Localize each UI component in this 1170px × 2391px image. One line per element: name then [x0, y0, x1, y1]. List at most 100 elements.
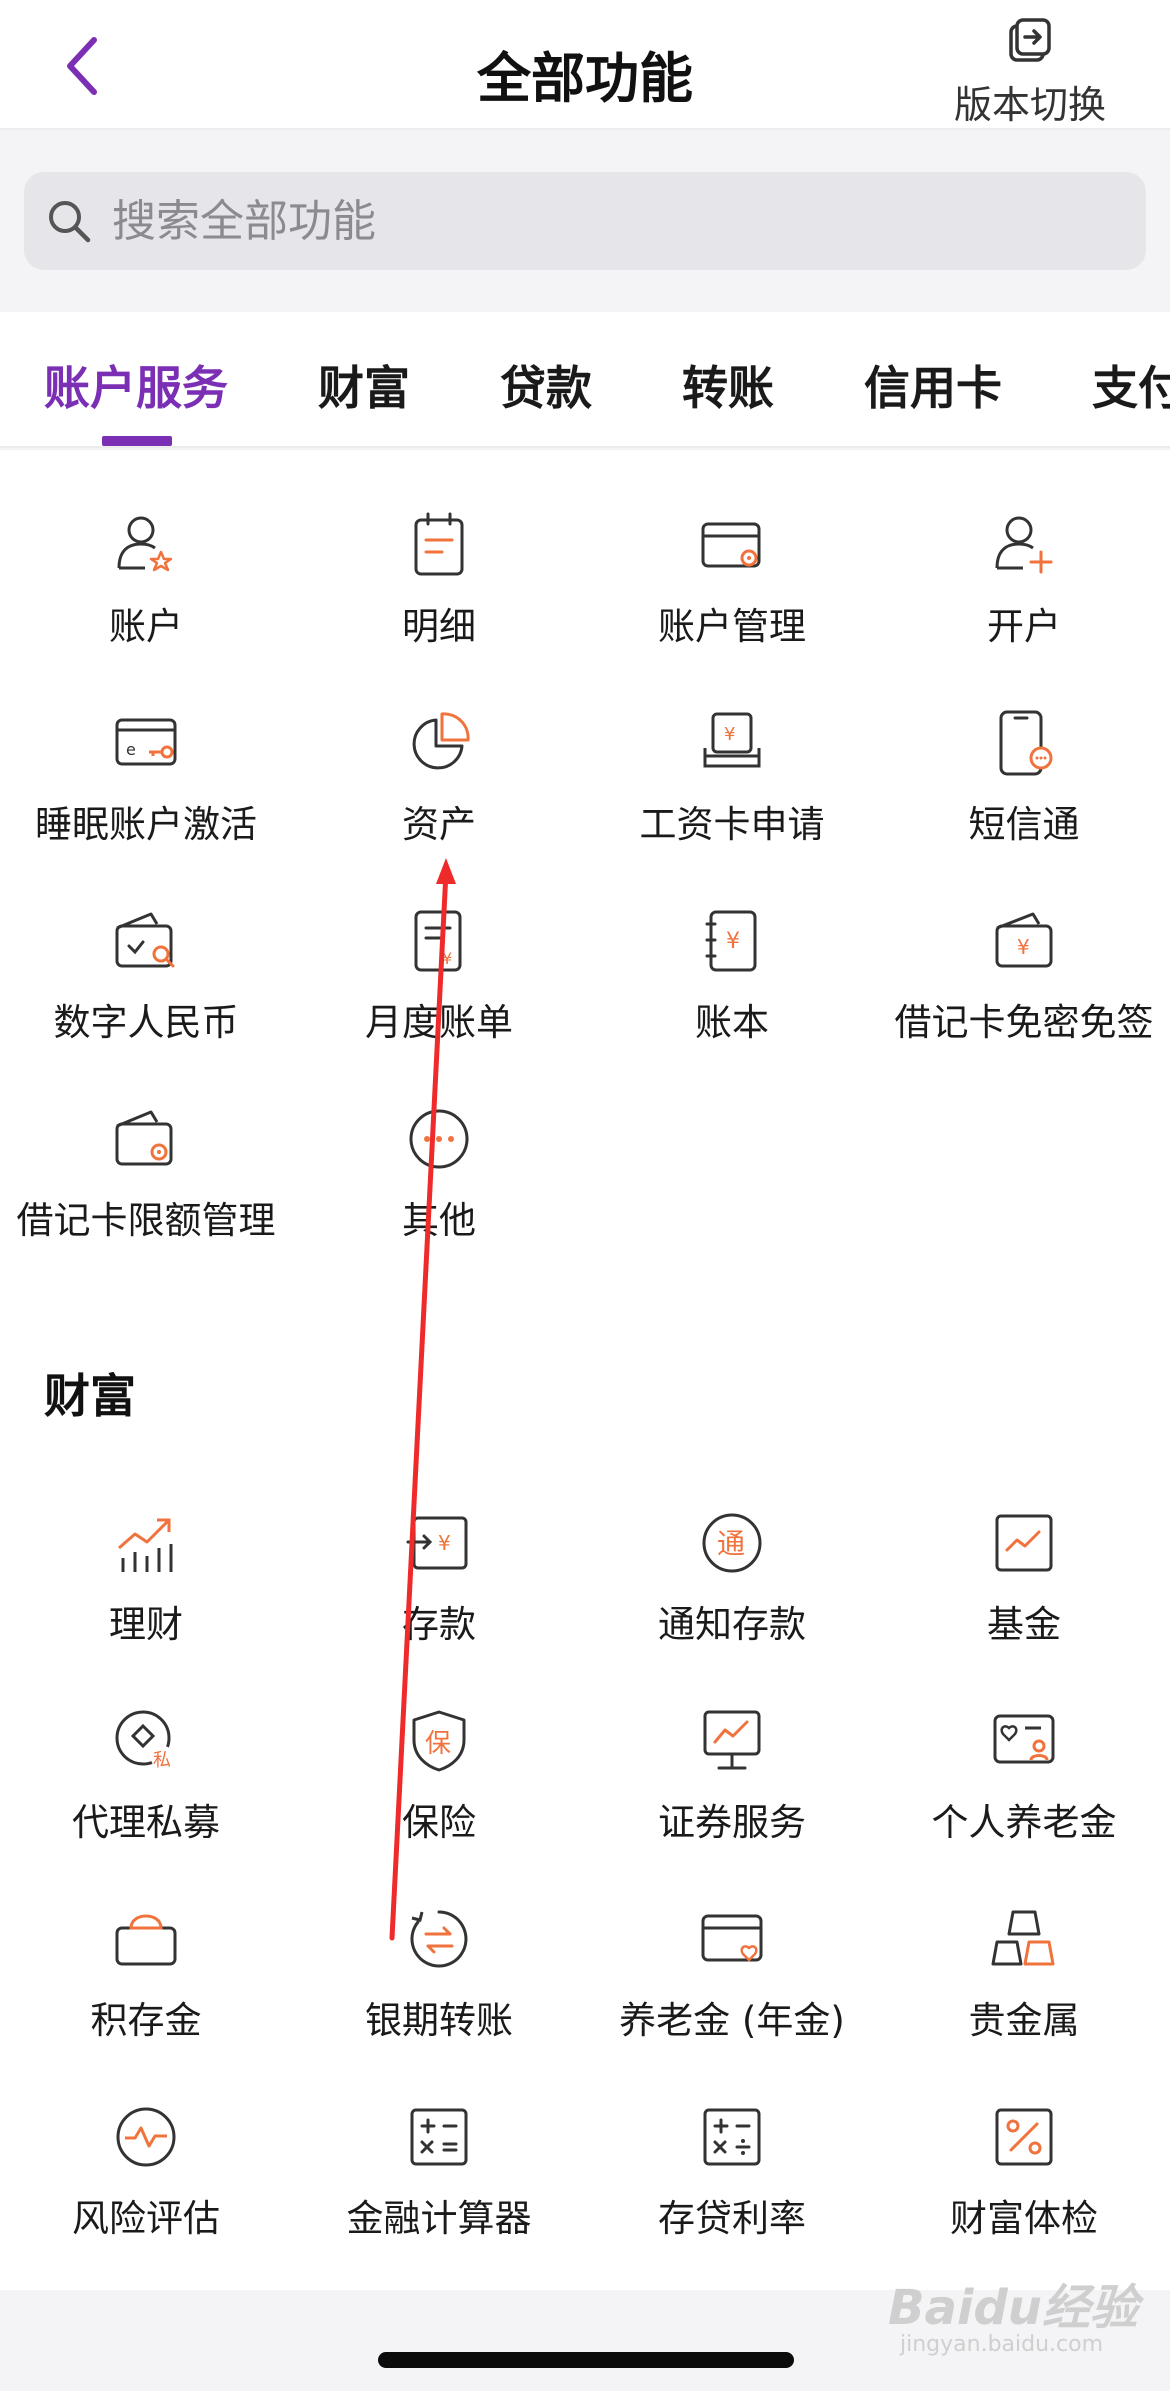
- func-notice-deposit[interactable]: 通 通知存款: [586, 1508, 878, 1648]
- func-sms[interactable]: 短信通: [878, 708, 1170, 848]
- func-account[interactable]: 账户: [0, 510, 292, 650]
- func-gold-accumulation[interactable]: 积存金: [0, 1904, 292, 2044]
- func-bank-futures-transfer[interactable]: 银期转账: [293, 1904, 585, 2044]
- svg-text:通: 通: [717, 1527, 745, 1560]
- tab-account-services[interactable]: 账户服务: [44, 352, 228, 418]
- svg-text:¥: ¥: [726, 929, 740, 954]
- user-star-icon: [117, 516, 173, 572]
- exchange-icon: [410, 1910, 468, 1968]
- gold-bars-icon: [991, 1910, 1055, 1966]
- svg-text:¥: ¥: [1017, 935, 1030, 959]
- func-label: 财富体检: [950, 2197, 1098, 2240]
- func-fund[interactable]: 基金: [878, 1508, 1170, 1648]
- func-label: 基金: [987, 1603, 1061, 1646]
- fund-icon: [995, 1514, 1053, 1572]
- user-add-icon: [995, 516, 1053, 574]
- func-ledger[interactable]: ¥ 账本: [586, 906, 878, 1046]
- phone-message-icon: [999, 710, 1053, 776]
- function-list: 账户 明细 账户管理 开户 e 睡眠账户激活 资产 ¥ 工资卡申请 短信通 数字…: [0, 450, 1170, 2290]
- func-other[interactable]: 其他: [293, 1104, 585, 1244]
- shield-icon: 保: [412, 1710, 466, 1772]
- func-label: 养老金 (年金): [619, 1999, 845, 2042]
- pension-card-icon: [993, 1714, 1055, 1764]
- func-label: 证券服务: [658, 1801, 806, 1844]
- func-label: 账户管理: [658, 605, 806, 648]
- func-label: 贵金属: [968, 1999, 1080, 2042]
- func-account-manage[interactable]: 账户管理: [586, 510, 878, 650]
- tab-wealth[interactable]: 财富: [318, 352, 410, 418]
- func-wealth-management[interactable]: 理财: [0, 1508, 292, 1648]
- func-label: 借记卡免密免签: [894, 1001, 1154, 1044]
- func-personal-pension[interactable]: 个人养老金: [878, 1706, 1170, 1846]
- func-label: 积存金: [90, 1999, 202, 2042]
- func-deposit-loan-rates[interactable]: 存贷利率: [586, 2102, 878, 2242]
- func-wealth-checkup[interactable]: 财富体检: [878, 2102, 1170, 2242]
- func-dormant-activate[interactable]: e 睡眠账户激活: [0, 708, 292, 848]
- func-label: 风险评估: [72, 2197, 220, 2240]
- func-deposit[interactable]: ¥ 存款: [293, 1508, 585, 1648]
- func-label: 个人养老金: [931, 1801, 1117, 1844]
- func-label: 存贷利率: [658, 2197, 806, 2240]
- calendar-list-icon: [414, 512, 464, 576]
- func-label: 短信通: [968, 803, 1080, 846]
- func-label: 账本: [695, 1001, 769, 1044]
- gold-box-icon: [115, 1914, 177, 1966]
- func-open-account[interactable]: 开户: [878, 510, 1170, 650]
- func-label: 银期转账: [365, 1999, 513, 2042]
- func-label: 借记卡限额管理: [16, 1199, 276, 1242]
- deposit-icon: ¥: [406, 1516, 468, 1570]
- search-input[interactable]: [112, 195, 1012, 247]
- func-digital-rmb[interactable]: 数字人民币: [0, 906, 292, 1046]
- tab-transfer[interactable]: 转账: [682, 352, 774, 418]
- svg-text:私: 私: [153, 1750, 171, 1771]
- func-financial-calculator[interactable]: 金融计算器: [293, 2102, 585, 2242]
- func-insurance[interactable]: 保 保险: [293, 1706, 585, 1846]
- func-precious-metals[interactable]: 贵金属: [878, 1904, 1170, 2044]
- func-annuity[interactable]: 养老金 (年金): [586, 1904, 878, 2044]
- securities-icon: [703, 1710, 761, 1770]
- ledger-icon: ¥: [705, 910, 757, 972]
- tab-payment[interactable]: 支付: [1092, 352, 1170, 418]
- search-box[interactable]: [24, 172, 1146, 270]
- func-debit-nopassword[interactable]: ¥ 借记卡免密免签: [878, 906, 1170, 1046]
- svg-text:¥: ¥: [724, 724, 735, 745]
- func-salary-card[interactable]: ¥ 工资卡申请: [586, 708, 878, 848]
- svg-text:保: 保: [425, 1729, 451, 1759]
- func-securities[interactable]: 证券服务: [586, 1706, 878, 1846]
- switch-icon: [1009, 18, 1051, 62]
- category-tabs: 账户服务 财富 贷款 转账 信用卡 支付: [0, 312, 1170, 448]
- annuity-card-icon: [701, 1914, 763, 1962]
- salary-card-icon: ¥: [703, 712, 761, 768]
- active-tab-indicator: [102, 436, 172, 446]
- func-label: 睡眠账户激活: [35, 803, 257, 846]
- func-assets[interactable]: 资产: [293, 708, 585, 848]
- top-bar: 全部功能 版本切换: [0, 0, 1170, 130]
- search-icon: [49, 201, 91, 243]
- tab-credit-card[interactable]: 信用卡: [864, 352, 1002, 418]
- watermark-url: jingyan.baidu.com: [900, 2332, 1104, 2357]
- notice-deposit-icon: 通: [702, 1513, 762, 1573]
- svg-text:e: e: [126, 740, 136, 759]
- func-private-fund[interactable]: 私 代理私募: [0, 1706, 292, 1846]
- func-monthly-bill[interactable]: ¥ 月度账单: [293, 906, 585, 1046]
- calculator-icon: [410, 2108, 468, 2166]
- func-details[interactable]: 明细: [293, 510, 585, 650]
- func-risk-assessment[interactable]: 风险评估: [0, 2102, 292, 2242]
- chart-up-icon: [118, 1518, 173, 1572]
- section-title-wealth: 财富: [44, 1369, 136, 1423]
- monthly-bill-icon: ¥: [414, 910, 462, 972]
- svg-text:¥: ¥: [438, 1531, 451, 1555]
- version-switch-button[interactable]: 版本切换: [940, 16, 1120, 127]
- func-debit-limit[interactable]: 借记卡限额管理: [0, 1104, 292, 1244]
- pie-chart-icon: [412, 712, 470, 770]
- tab-loans[interactable]: 贷款: [500, 352, 592, 418]
- func-label: 账户: [109, 605, 183, 648]
- func-label: 明细: [402, 605, 476, 648]
- func-label: 其他: [402, 1199, 476, 1242]
- wallet-settings-icon: [115, 1110, 173, 1166]
- card-key-icon: e: [115, 718, 177, 766]
- switch-label: 版本切换: [953, 83, 1106, 127]
- func-label: 资产: [402, 803, 476, 846]
- search-section: [0, 132, 1170, 312]
- home-indicator[interactable]: [378, 2352, 794, 2368]
